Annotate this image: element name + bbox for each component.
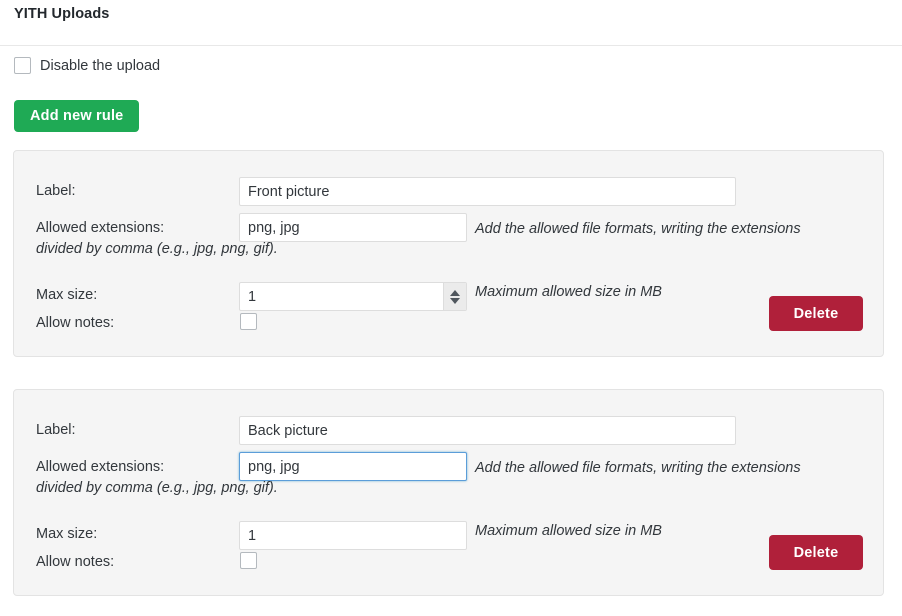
allow-notes-checkbox[interactable] xyxy=(240,313,257,330)
max-size-field-label: Max size: xyxy=(36,526,98,542)
extensions-hint-line1: Add the allowed file formats, writing th… xyxy=(475,221,801,237)
max-size-field-label: Max size: xyxy=(36,287,98,303)
rule-max-size-input[interactable] xyxy=(239,282,467,311)
add-new-rule-button[interactable]: Add new rule xyxy=(14,100,140,132)
extensions-hint-line2: divided by comma (e.g., jpg, png, gif). xyxy=(36,480,278,496)
disable-upload-checkbox[interactable] xyxy=(14,57,31,74)
label-field-label: Label: xyxy=(36,183,76,199)
disable-upload-row: Disable the upload xyxy=(14,57,160,74)
extensions-field-label: Allowed extensions: xyxy=(36,459,165,475)
extensions-hint-line2: divided by comma (e.g., jpg, png, gif). xyxy=(36,241,278,257)
extensions-hint-line1: Add the allowed file formats, writing th… xyxy=(475,460,801,476)
max-size-hint: Maximum allowed size in MB xyxy=(475,523,662,539)
allow-notes-checkbox[interactable] xyxy=(240,552,257,569)
max-size-spinner[interactable] xyxy=(443,283,466,310)
label-field-label: Label: xyxy=(36,422,76,438)
upload-rule-card: Label: Allowed extensions: Add the allow… xyxy=(13,150,884,357)
extensions-field-label: Allowed extensions: xyxy=(36,220,165,236)
allow-notes-field-label: Allow notes: xyxy=(36,554,115,570)
rule-extensions-input[interactable] xyxy=(239,452,467,481)
spinner-up-icon[interactable] xyxy=(450,289,460,296)
max-size-hint: Maximum allowed size in MB xyxy=(475,284,662,300)
spinner-down-icon[interactable] xyxy=(450,297,460,304)
delete-rule-button[interactable]: Delete xyxy=(769,296,863,331)
page-title: YITH Uploads xyxy=(14,6,110,22)
rule-max-size-input[interactable] xyxy=(239,521,467,550)
upload-rule-card: Label: Allowed extensions: Add the allow… xyxy=(13,389,884,596)
allow-notes-field-label: Allow notes: xyxy=(36,315,115,331)
rule-extensions-input[interactable] xyxy=(239,213,467,242)
delete-rule-button[interactable]: Delete xyxy=(769,535,863,570)
header-divider xyxy=(0,45,902,46)
rule-label-input[interactable] xyxy=(239,416,736,445)
yith-uploads-settings-page: YITH Uploads Disable the upload Add new … xyxy=(0,0,902,616)
rule-label-input[interactable] xyxy=(239,177,736,206)
disable-upload-label: Disable the upload xyxy=(40,57,161,74)
